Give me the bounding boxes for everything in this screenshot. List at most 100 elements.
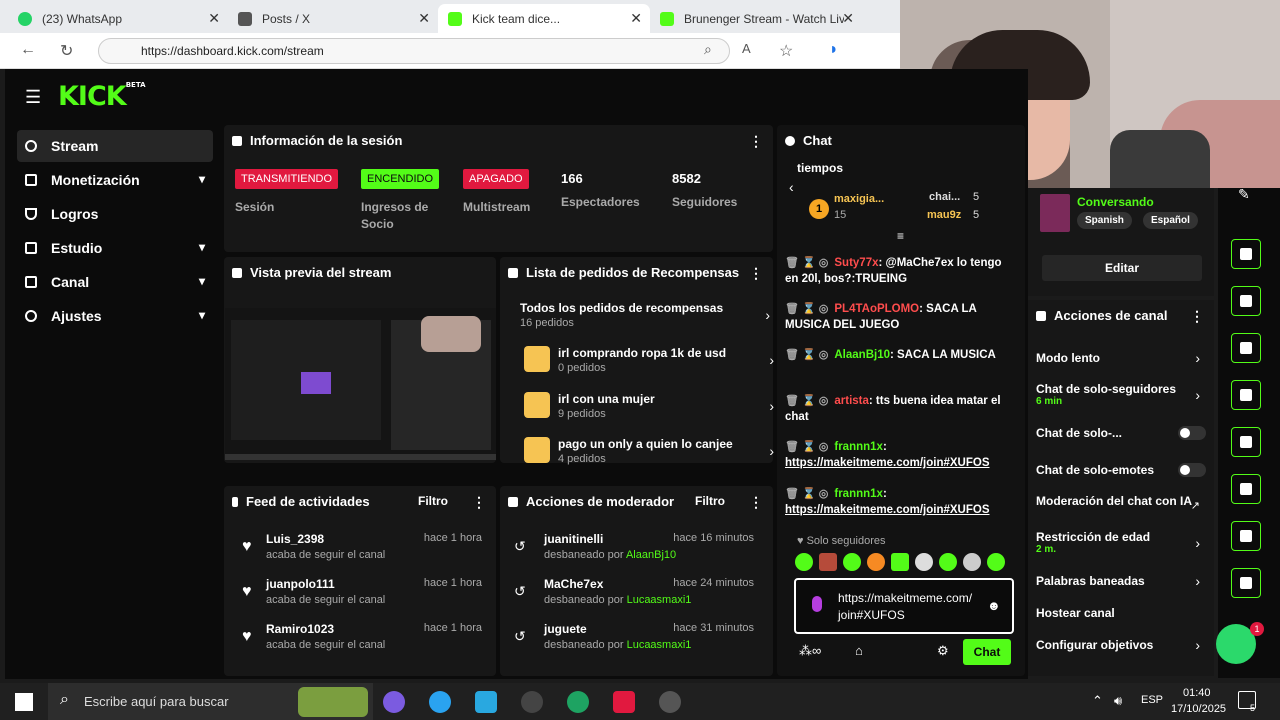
- sidebar-item-logros[interactable]: Logros: [17, 198, 213, 230]
- rail-button[interactable]: [1231, 474, 1261, 504]
- subs-only-toggle[interactable]: [1178, 426, 1206, 440]
- rail-button[interactable]: [1231, 427, 1261, 457]
- sidebar-item-estudio[interactable]: Estudio ▾: [17, 232, 213, 264]
- mod-tools-icon[interactable]: 🗑︎ ⌛ ◎: [785, 303, 828, 315]
- obs-icon[interactable]: [521, 691, 543, 713]
- collapse-icon[interactable]: ≡: [897, 229, 904, 243]
- read-aloud-icon[interactable]: A: [742, 41, 751, 56]
- action-banned-words[interactable]: Palabras baneadas: [1036, 574, 1208, 588]
- favorite-star-icon[interactable]: ☆: [779, 41, 793, 61]
- leaderboard-name[interactable]: chai...: [929, 191, 960, 203]
- rail-button[interactable]: [1231, 380, 1261, 410]
- emote-icon[interactable]: [867, 553, 885, 571]
- emote-icon[interactable]: [843, 553, 861, 571]
- emote-icon[interactable]: [819, 553, 837, 571]
- close-tab-icon[interactable]: ✕: [418, 10, 430, 27]
- sidebar-item-stream[interactable]: Stream: [17, 130, 213, 162]
- menu-icon[interactable]: ☰: [25, 87, 41, 108]
- gear-icon[interactable]: ⚙: [937, 643, 949, 659]
- mod-username[interactable]: MaChe7ex: [544, 577, 603, 591]
- store-icon[interactable]: ⌂: [855, 643, 863, 658]
- action-goals[interactable]: Configurar objetivos: [1036, 638, 1208, 652]
- send-chat-button[interactable]: Chat: [963, 639, 1011, 665]
- sidebar-item-canal[interactable]: Canal ▾: [17, 266, 213, 298]
- feed-username[interactable]: juanpolo111: [266, 577, 335, 591]
- volume-icon[interactable]: 🔊︎: [1114, 693, 1122, 709]
- chat-username[interactable]: frannn1x: [834, 488, 883, 500]
- sidebar-item-ajustes[interactable]: Ajustes ▾: [17, 300, 213, 332]
- chat-link[interactable]: https://makeitmeme.com/join#XUFOS: [785, 504, 990, 516]
- chat-username[interactable]: Suty77x: [834, 257, 878, 269]
- more-options-icon[interactable]: ⋮: [1190, 308, 1204, 325]
- emote-bar[interactable]: [795, 553, 1015, 573]
- rail-button[interactable]: [1231, 568, 1261, 598]
- category-name[interactable]: Conversando: [1077, 195, 1154, 209]
- mod-tools-icon[interactable]: 🗑︎ ⌛ ◎: [785, 488, 828, 500]
- rail-button[interactable]: [1231, 239, 1261, 269]
- discord-icon[interactable]: [383, 691, 405, 713]
- mod-username[interactable]: juguete: [544, 622, 587, 636]
- mic-icon[interactable]: [812, 596, 822, 612]
- edit-button[interactable]: Editar: [1042, 255, 1202, 281]
- action-slow-mode[interactable]: Modo lento: [1036, 351, 1208, 365]
- chevron-left-icon[interactable]: ‹: [789, 179, 794, 195]
- close-tab-icon[interactable]: ✕: [630, 10, 642, 27]
- settings-icon[interactable]: [659, 691, 681, 713]
- edge-icon[interactable]: [429, 691, 451, 713]
- emote-icon[interactable]: [891, 553, 909, 571]
- kick-logo[interactable]: KICKBETA: [58, 81, 146, 112]
- action-ai-moderation[interactable]: Moderación del chat con IA: [1036, 495, 1208, 507]
- rail-button[interactable]: [1231, 333, 1261, 363]
- leaderboard-name[interactable]: mau9z: [927, 209, 961, 221]
- tab-brunenger[interactable]: Brunenger Stream - Watch Live ✕: [650, 4, 862, 33]
- mod-tools-icon[interactable]: 🗑︎ ⌛ ◎: [785, 395, 828, 407]
- clock-date[interactable]: 17/10/2025: [1171, 703, 1226, 715]
- mod-tools-icon[interactable]: 🗑︎ ⌛ ◎: [785, 257, 828, 269]
- tag-pill[interactable]: Spanish: [1077, 212, 1132, 229]
- stream-preview-video[interactable]: [225, 308, 496, 460]
- telegram-icon[interactable]: [475, 691, 497, 713]
- chat-input[interactable]: https://makeitmeme.com/join#XUFOS ☻: [794, 578, 1014, 634]
- close-tab-icon[interactable]: ✕: [842, 10, 854, 27]
- rail-button[interactable]: [1231, 521, 1261, 551]
- points-icon[interactable]: ⁂∞: [799, 643, 821, 659]
- windows-start-icon[interactable]: [15, 693, 33, 711]
- emote-icon[interactable]: [987, 553, 1005, 571]
- mod-by[interactable]: Lucaasmaxi1: [627, 594, 692, 606]
- tab-whatsapp[interactable]: (23) WhatsApp ✕: [8, 4, 228, 33]
- mod-by[interactable]: AlaanBj10: [626, 549, 676, 561]
- filter-button[interactable]: Filtro: [418, 494, 448, 508]
- tray-chevron-icon[interactable]: ⌃: [1092, 693, 1103, 709]
- chat-username[interactable]: PL4TAoPLOMO: [834, 303, 919, 315]
- feed-username[interactable]: Ramiro1023: [266, 622, 334, 636]
- chat-username[interactable]: frannn1x: [834, 441, 883, 453]
- reward-item[interactable]: Todos los pedidos de recompensas 16 pedi…: [520, 301, 770, 329]
- emotes-only-toggle[interactable]: [1178, 463, 1206, 477]
- chat-username[interactable]: AlaanBj10: [834, 349, 890, 361]
- emote-icon[interactable]: [795, 553, 813, 571]
- action-age-restriction[interactable]: Restricción de edad 2 m.: [1036, 530, 1208, 555]
- filter-button[interactable]: Filtro: [695, 494, 725, 508]
- reload-icon[interactable]: ↻: [60, 41, 73, 61]
- mod-tools-icon[interactable]: 🗑︎ ⌛ ◎: [785, 349, 828, 361]
- chat-username[interactable]: artista: [834, 395, 869, 407]
- tab-kick-active[interactable]: Kick team dice... ✕: [438, 4, 650, 33]
- more-options-icon[interactable]: ⋮: [472, 494, 486, 511]
- back-icon[interactable]: ←: [20, 41, 36, 59]
- more-options-icon[interactable]: ⋮: [749, 133, 763, 150]
- feed-username[interactable]: Luis_2398: [266, 532, 324, 546]
- category-thumbnail[interactable]: [1040, 194, 1070, 232]
- clock-time[interactable]: 01:40: [1183, 687, 1211, 699]
- extension-icon[interactable]: ◗: [829, 41, 839, 59]
- rail-button[interactable]: [1231, 286, 1261, 316]
- close-tab-icon[interactable]: ✕: [208, 10, 220, 27]
- sidebar-item-monetizacion[interactable]: Monetización ▾: [17, 164, 213, 196]
- mod-tools-icon[interactable]: 🗑︎ ⌛ ◎: [785, 441, 828, 453]
- mod-by[interactable]: Lucaasmaxi1: [627, 639, 692, 651]
- leaderboard-name[interactable]: maxigia...: [834, 193, 884, 205]
- more-options-icon[interactable]: ⋮: [749, 265, 763, 282]
- mod-username[interactable]: juanitinelli: [544, 532, 603, 546]
- tag-pill[interactable]: Español: [1143, 212, 1198, 229]
- pencil-icon[interactable]: ✎: [1238, 186, 1250, 203]
- url-input[interactable]: https://dashboard.kick.com/stream: [98, 38, 730, 64]
